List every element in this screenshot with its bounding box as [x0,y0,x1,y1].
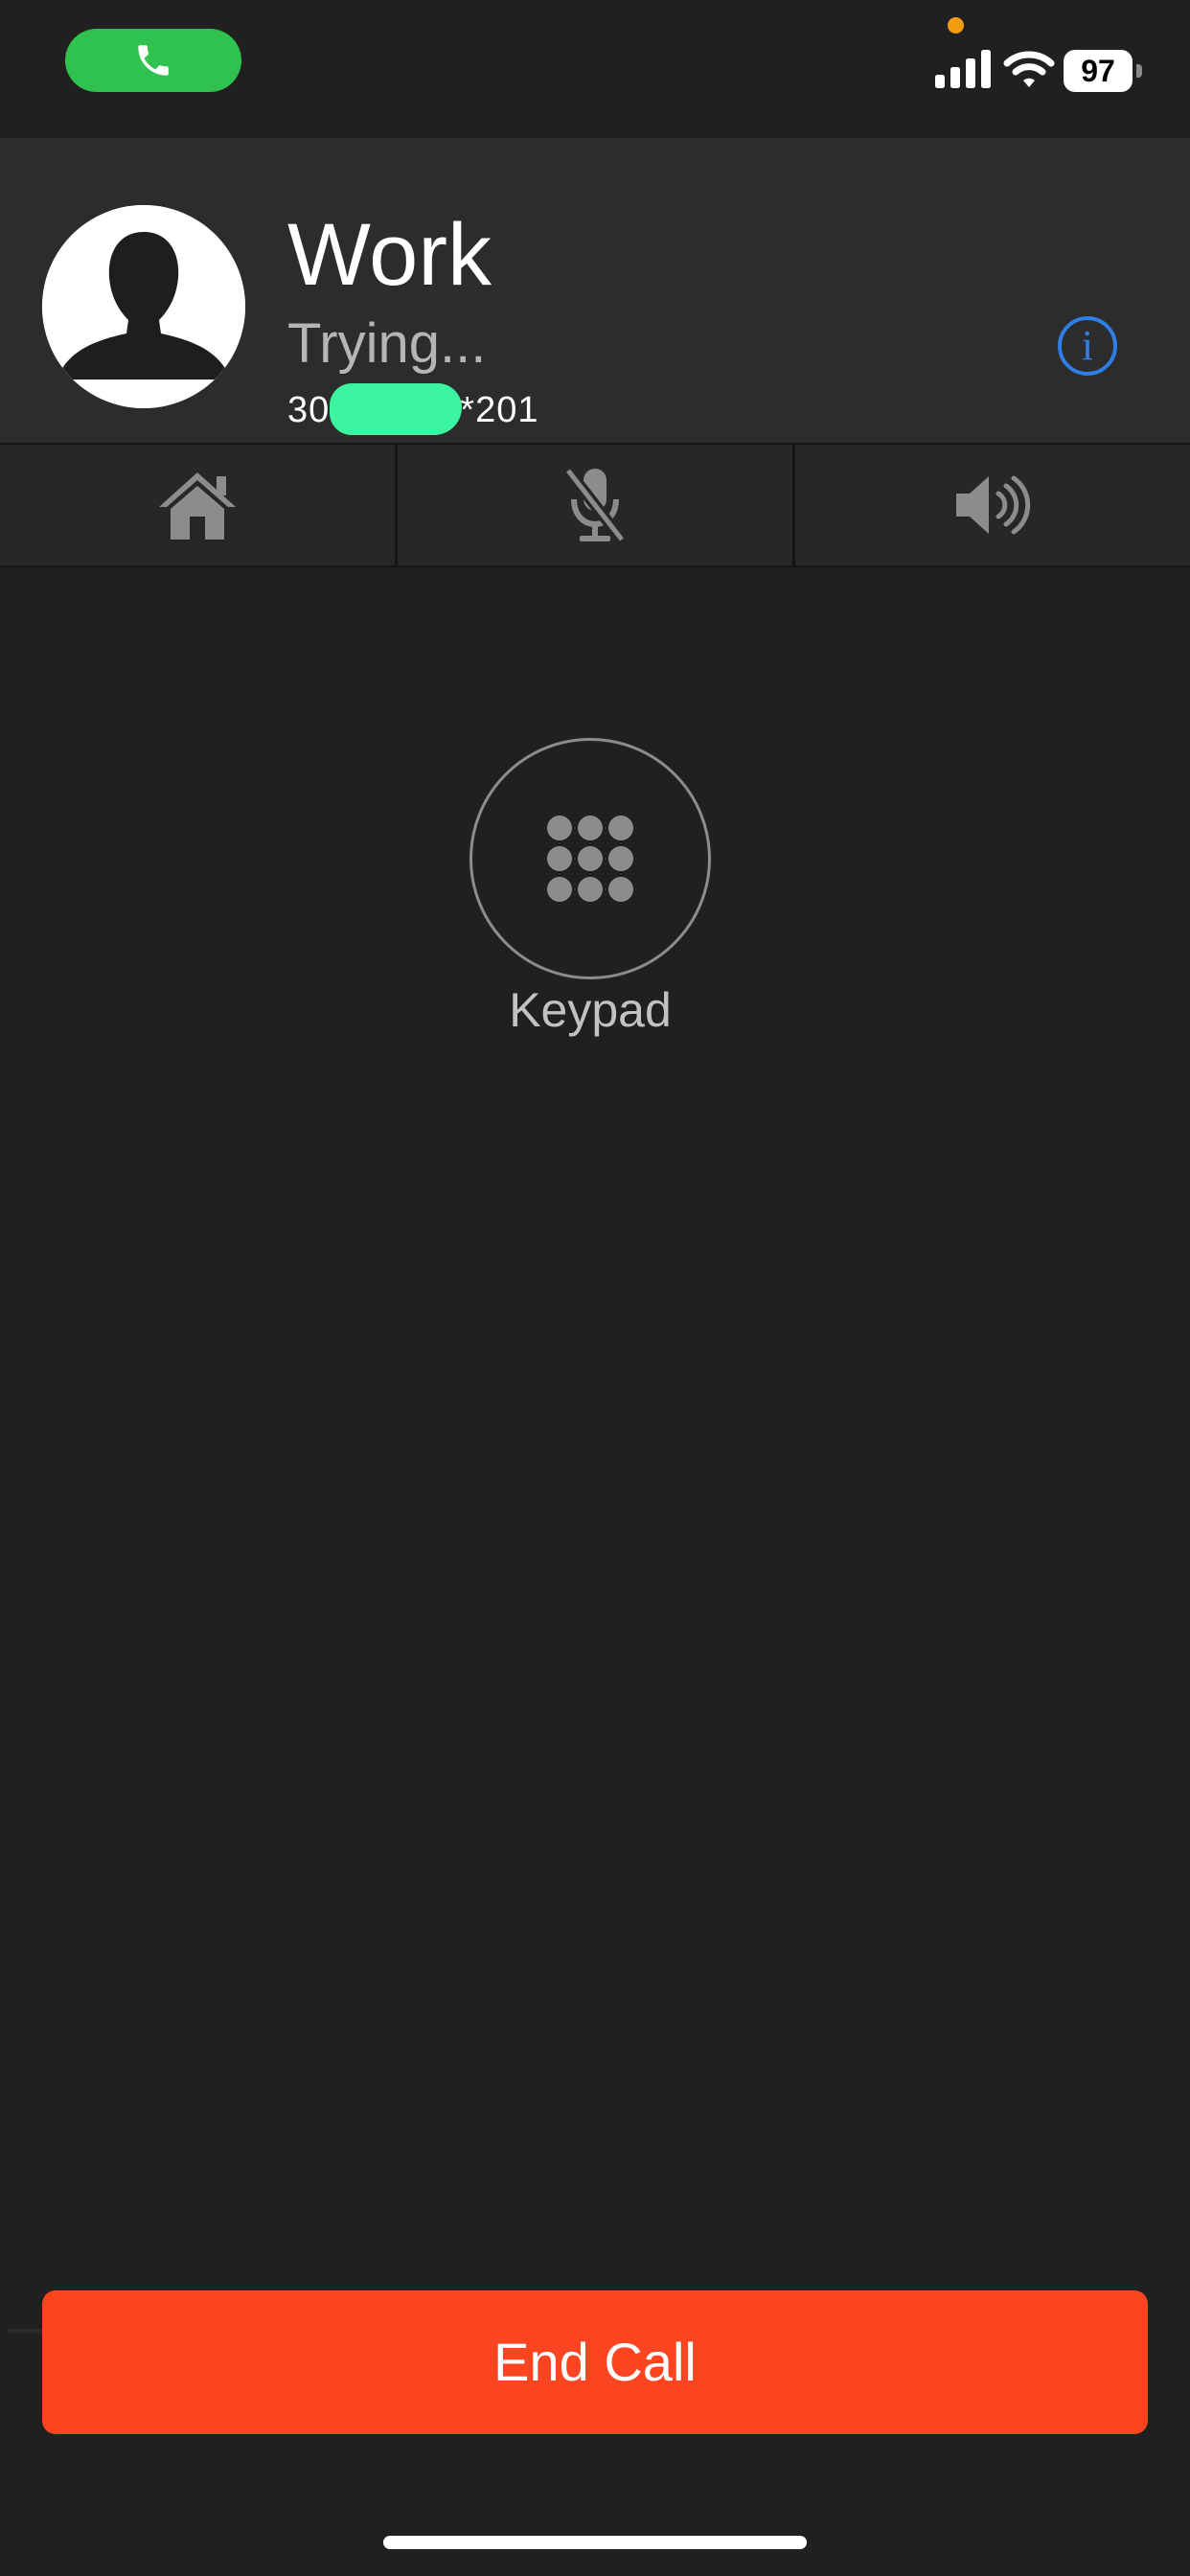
keypad-dot [547,877,572,902]
home-button[interactable] [0,445,395,565]
phone-icon [138,45,169,76]
contact-name: Work [287,206,492,304]
speaker-icon [956,475,1031,535]
redaction-mark [330,383,462,435]
battery-level: 97 [1064,50,1133,92]
info-icon[interactable]: i [1058,316,1117,376]
phone-number-prefix: 30 [287,390,331,430]
keypad-icon [547,816,633,902]
cellular-signal-icon [935,50,991,88]
keypad-dot [578,877,603,902]
keypad-dot [578,816,603,840]
battery-indicator: 97 [1064,50,1142,92]
keypad-dot [608,846,633,871]
mute-button[interactable] [395,445,792,565]
home-icon [159,472,236,540]
active-call-pill[interactable] [65,29,241,92]
wifi-icon [1003,51,1055,87]
keypad-dot [608,816,633,840]
phone-number-suffix: *201 [460,390,539,430]
speaker-button[interactable] [792,445,1190,565]
call-header: Work Trying... 30 *201 i [0,138,1190,443]
person-silhouette-icon [42,205,245,408]
mute-microphone-icon [563,467,627,543]
divider [8,2329,46,2334]
keypad-dot [608,877,633,902]
keypad-label: Keypad [509,983,672,1037]
keypad-button[interactable] [469,738,711,979]
keypad-dot [547,846,572,871]
microphone-in-use-indicator [948,17,964,34]
keypad-dot [578,846,603,871]
end-call-button[interactable]: End Call [42,2290,1148,2434]
battery-cap [1136,64,1142,78]
call-status: Trying... [287,312,487,375]
contact-avatar [42,205,245,408]
keypad-dot [547,816,572,840]
call-controls [0,443,1190,567]
status-bar: 97 [0,0,1190,138]
home-indicator[interactable] [383,2536,807,2549]
